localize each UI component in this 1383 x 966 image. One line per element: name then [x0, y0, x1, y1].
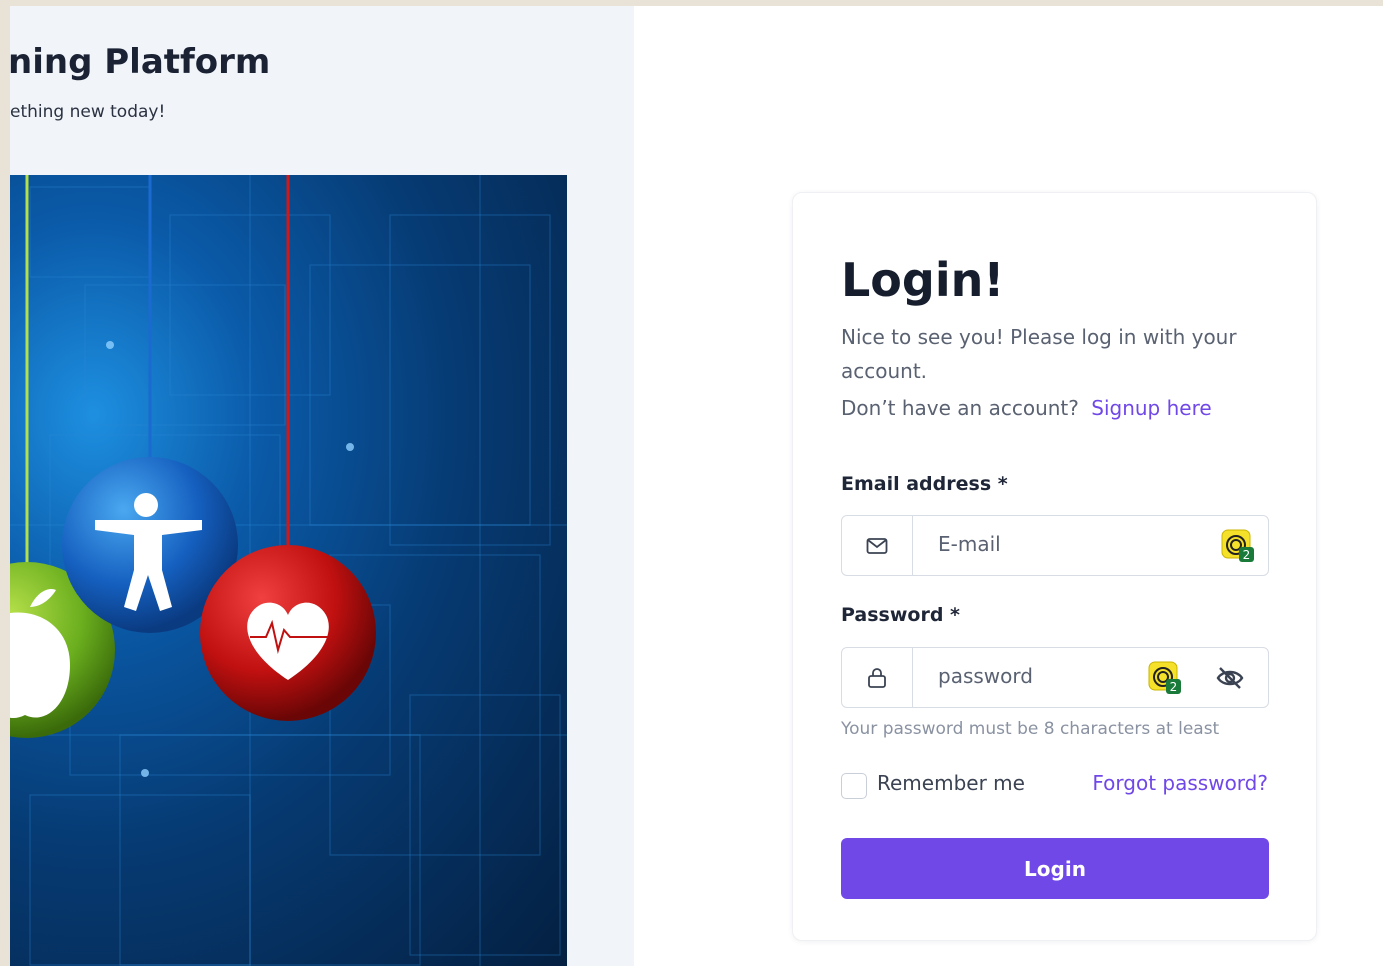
lock-icon [868, 667, 886, 688]
svg-text:2: 2 [1170, 680, 1178, 694]
email-input-group: 2 [841, 515, 1269, 576]
mail-icon [866, 537, 888, 554]
health-illustration [10, 175, 567, 966]
login-button[interactable]: Login [841, 838, 1269, 899]
login-description: Nice to see you! Please log in with your… [841, 325, 1237, 383]
email-prefix [842, 516, 913, 575]
password-input-group: 2 [841, 647, 1269, 708]
password-hint: Your password must be 8 characters at le… [841, 719, 1220, 739]
password-prefix [842, 648, 913, 707]
signup-prompt: Don’t have an account? Signup here [841, 396, 1212, 420]
hero-subtitle: ething new today! [10, 102, 166, 122]
password-field[interactable] [938, 664, 1138, 688]
svg-text:2: 2 [1243, 548, 1251, 562]
signup-link[interactable]: Signup here [1091, 396, 1211, 420]
hero-title: ning Platform [10, 42, 271, 82]
forgot-password-link[interactable]: Forgot password? [1092, 771, 1268, 795]
remember-label[interactable]: Remember me [877, 771, 1025, 795]
password-manager-icon[interactable]: 2 [1221, 529, 1255, 563]
eye-off-icon[interactable] [1216, 666, 1244, 690]
login-card: Login! Nice to see you! Please log in wi… [792, 192, 1317, 941]
password-label: Password * [841, 604, 960, 626]
remember-checkbox[interactable] [841, 773, 867, 799]
login-title: Login! [841, 253, 1005, 307]
page: ning Platform ething new today! Login! N… [10, 6, 1383, 966]
password-manager-icon[interactable]: 2 [1148, 661, 1182, 695]
left-panel: ning Platform ething new today! [10, 6, 634, 966]
no-account-text: Don’t have an account? [841, 396, 1079, 420]
email-field[interactable] [938, 532, 1138, 556]
email-label: Email address * [841, 473, 1008, 495]
